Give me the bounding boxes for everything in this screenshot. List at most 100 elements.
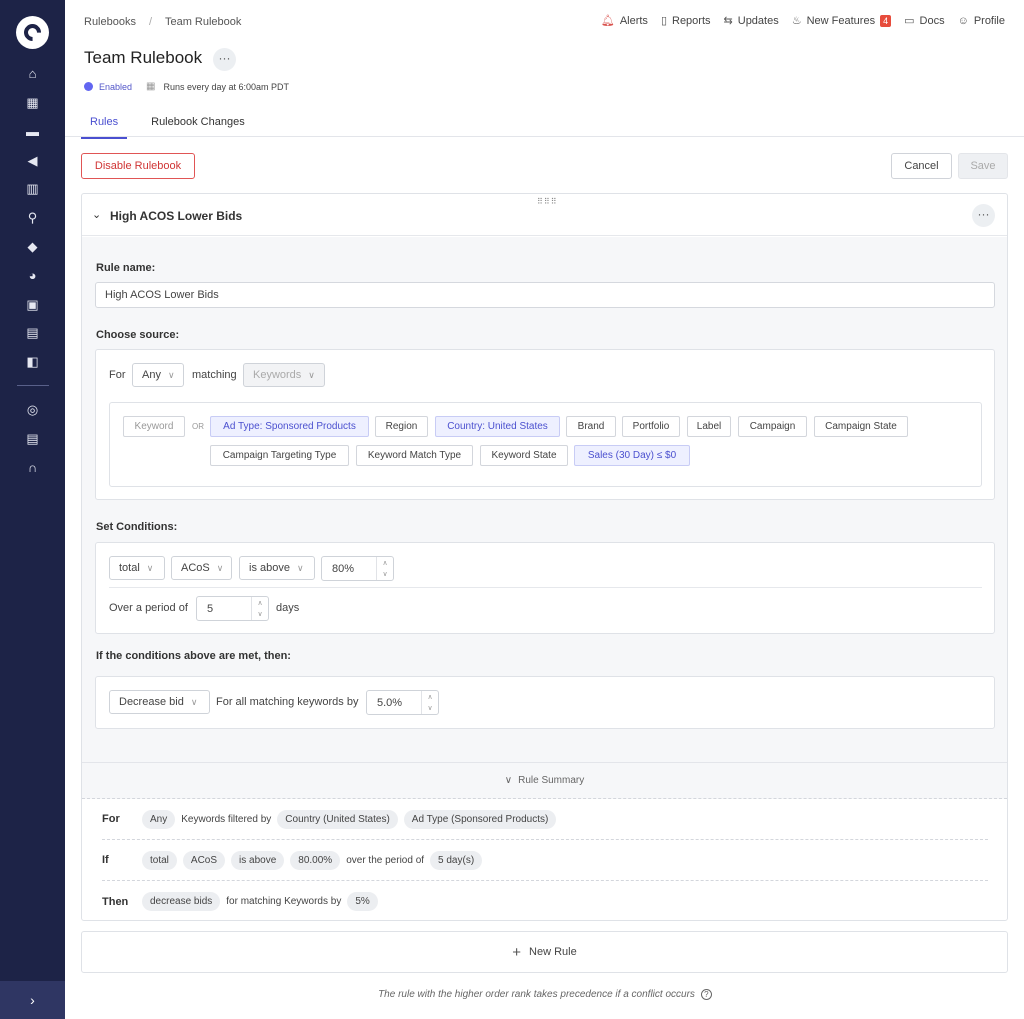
calendar-icon[interactable]: ▤ — [25, 325, 40, 340]
rule-editor: Rule name: High ACOS Lower Bids Choose s… — [82, 237, 1007, 762]
new-features-count-badge: 4 — [880, 14, 892, 27]
sidebar: ⌂ ▦ ▬ ◀ ▥ ⚲ ◆ ◕ ▣ ▤ ◧ ◎ ▤ ∩ › — [0, 0, 65, 1019]
chip-brand[interactable]: Brand — [566, 416, 616, 437]
source-panel: For Any ∨ matching Keywords ∨ Keyword OR A… — [95, 349, 995, 500]
metric-select[interactable]: ACoS ∨ — [171, 556, 232, 580]
megaphone-icon[interactable]: ◀ — [25, 153, 40, 168]
board-icon[interactable]: ◧ — [25, 354, 40, 369]
action-select[interactable]: Decrease bid ∨ — [109, 690, 210, 714]
nav-profile-label: Profile — [973, 14, 1005, 27]
action-amount-input[interactable]: 5.0% ∧ ∨ — [366, 690, 439, 715]
conditions-divider — [109, 587, 982, 588]
top-nav: 🔔︎ Alerts ▯ Reports ⇆ Updates ♨ New Feat… — [601, 14, 1005, 27]
report-icon[interactable]: ▤ — [25, 431, 40, 446]
chip-keyword[interactable]: Keyword — [123, 416, 185, 437]
breadcrumb: Rulebooks / Team Rulebook — [84, 16, 251, 28]
matching-select[interactable]: Keywords ∨ — [243, 363, 325, 387]
breadcrumb-rulebooks[interactable]: Rulebooks — [84, 16, 136, 28]
nav-reports[interactable]: ▯ Reports — [661, 14, 711, 28]
folder-icon[interactable]: ▬ — [25, 124, 40, 139]
summary-text: over the period of — [346, 854, 425, 866]
chip-campaign-targeting-type[interactable]: Campaign Targeting Type — [210, 445, 349, 466]
for-select-value: Any — [142, 369, 161, 381]
tag-icon[interactable]: ◆ — [25, 239, 40, 254]
disable-rulebook-button[interactable]: Disable Rulebook — [81, 153, 195, 179]
action-panel: Decrease bid ∨ For all matching keywords … — [95, 676, 995, 729]
cancel-button[interactable]: Cancel — [891, 153, 952, 179]
period-input[interactable]: 5 ∧ ∨ — [196, 596, 269, 621]
chip-ad-type[interactable]: Ad Type: Sponsored Products — [210, 416, 369, 437]
aggregate-select[interactable]: total ∨ — [109, 556, 165, 580]
choose-source-label: Choose source: — [96, 329, 180, 341]
chip-region[interactable]: Region — [375, 416, 428, 437]
globe-icon[interactable]: ◎ — [25, 402, 40, 417]
chip-portfolio[interactable]: Portfolio — [622, 416, 680, 437]
drag-handle-icon[interactable]: ⠿⠿⠿ — [537, 197, 558, 206]
operator-select[interactable]: is above ∨ — [239, 556, 315, 580]
chip-campaign-state[interactable]: Campaign State — [814, 416, 908, 437]
store-icon[interactable]: ▦ — [25, 95, 40, 110]
summary-if-row: If total ACoS is above 80.00% over the p… — [102, 840, 988, 881]
chip-sales[interactable]: Sales (30 Day) ≤ $0 — [574, 445, 690, 466]
for-select[interactable]: Any ∨ — [132, 363, 184, 387]
threshold-input[interactable]: 80% ∧ ∨ — [321, 556, 394, 581]
rule-name-input[interactable]: High ACOS Lower Bids — [95, 282, 995, 308]
flame-icon: ♨ — [791, 15, 802, 27]
chip-keyword-match-type[interactable]: Keyword Match Type — [356, 445, 473, 466]
breadcrumb-separator: / — [149, 16, 153, 28]
barcode-icon[interactable]: ▥ — [25, 181, 40, 196]
summary-pill: decrease bids — [142, 892, 221, 911]
nav-profile[interactable]: ☺ Profile — [958, 14, 1005, 27]
summary-if-key: If — [102, 854, 109, 866]
nav-updates[interactable]: ⇆ Updates — [724, 14, 779, 28]
nav-alerts-label: Alerts — [619, 14, 648, 27]
filter-chips-box: Keyword OR Ad Type: Sponsored Products R… — [109, 402, 982, 487]
logo-icon[interactable] — [16, 16, 49, 49]
tabs-divider — [65, 136, 1024, 137]
nav-reports-label: Reports — [672, 14, 711, 27]
chevron-down-icon: ∨ — [216, 562, 224, 573]
nav-new-features-label: New Features — [806, 14, 876, 27]
nav-new-features[interactable]: ♨ New Features 4 — [791, 14, 892, 27]
new-rule-button[interactable]: + New Rule — [81, 931, 1008, 973]
pie-chart-icon[interactable]: ◕ — [25, 268, 40, 283]
matching-select-value: Keywords — [253, 369, 302, 381]
for-label: For — [109, 369, 126, 381]
chip-label[interactable]: Label — [687, 416, 731, 437]
summary-then-row: Then decrease bids for matching Keywords… — [102, 881, 988, 922]
chip-country[interactable]: Country: United States — [435, 416, 560, 437]
headset-icon[interactable]: ∩ — [25, 460, 40, 475]
sidebar-divider — [17, 385, 49, 386]
chevron-down-icon[interactable]: ⌄ — [92, 208, 101, 221]
rule-summary-toggle[interactable]: ∨ Rule Summary — [82, 762, 1007, 799]
nav-docs-label: Docs — [919, 14, 945, 27]
or-label: OR — [192, 422, 204, 431]
set-conditions-label: Set Conditions: — [96, 521, 178, 533]
summary-pill: total — [142, 850, 177, 870]
nav-docs[interactable]: ▭ Docs — [904, 14, 945, 28]
chevron-down-icon: ∨ — [308, 369, 315, 380]
rule-more-button[interactable]: ··· — [972, 204, 995, 227]
stepper-icon[interactable]: ∧ ∨ — [421, 691, 438, 714]
chip-keyword-state[interactable]: Keyword State — [480, 445, 568, 466]
save-button[interactable]: Save — [958, 153, 1008, 179]
rule-card-header[interactable]: ⠿⠿⠿ ⌄ High ACOS Lower Bids ··· — [82, 194, 1007, 236]
stepper-icon[interactable]: ∧ ∨ — [376, 557, 393, 580]
search-icon[interactable]: ⚲ — [25, 210, 40, 225]
rulebook-more-button[interactable]: ··· — [213, 48, 236, 71]
summary-for-key: For — [102, 813, 120, 825]
metric-value: ACoS — [181, 562, 210, 574]
summary-pill: Country (United States) — [277, 809, 398, 829]
status-badge: Enabled — [99, 81, 133, 92]
stepper-icon[interactable]: ∧ ∨ — [251, 597, 268, 620]
dashboard-icon[interactable]: ▣ — [25, 297, 40, 312]
plus-icon: + — [512, 943, 522, 961]
summary-pill: 80.00% — [290, 850, 341, 870]
new-rule-label: New Rule — [529, 946, 577, 958]
home-icon[interactable]: ⌂ — [25, 66, 40, 81]
chip-campaign[interactable]: Campaign — [738, 416, 807, 437]
chevron-down-icon: ∨ — [190, 696, 198, 707]
nav-alerts[interactable]: 🔔︎ Alerts — [601, 14, 648, 28]
rule-title: High ACOS Lower Bids — [110, 209, 243, 223]
help-icon[interactable]: ? — [700, 989, 712, 1000]
